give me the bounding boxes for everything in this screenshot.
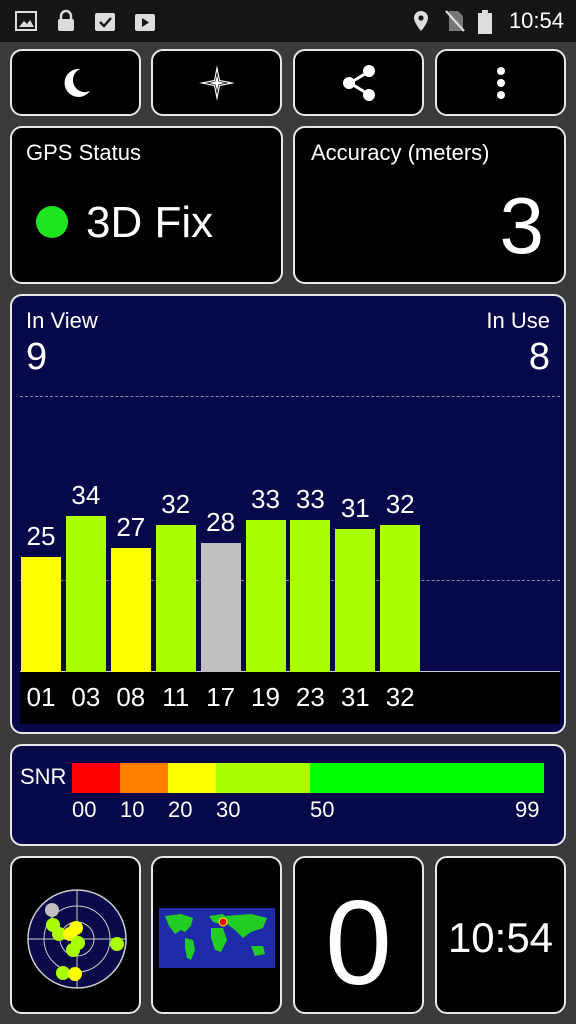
prn-label-row: 01 03 08 11 17 19 23 31 32: [20, 672, 560, 724]
accuracy-value: 3: [499, 181, 545, 270]
signal-bar-01: [21, 557, 61, 672]
snr-segment-30-50: [216, 763, 310, 793]
snr-tick-20: 20: [168, 797, 193, 822]
battery-icon: [478, 10, 492, 34]
signal-value-03: 34: [71, 480, 101, 510]
sky-plot-icon: [27, 889, 127, 989]
accuracy-tile[interactable]: Accuracy (meters) 3: [293, 126, 566, 284]
fix-indicator-dot: [36, 206, 68, 238]
signal-bar-19: [245, 520, 286, 672]
image-icon: [15, 11, 37, 31]
in-use-label: In Use: [486, 308, 550, 333]
share-button[interactable]: [293, 49, 424, 116]
snr-bar-chart: 25 34 27 32 28 33 33 31 32: [20, 396, 560, 672]
gps-fix-value: 3D Fix: [86, 198, 214, 247]
in-view-label: In View: [26, 308, 98, 333]
prn-label-32: 32: [385, 682, 415, 712]
gps-status-label: GPS Status: [26, 140, 141, 165]
snr-segment-20-30: [168, 763, 216, 793]
snr-segment-10-20: [120, 763, 168, 793]
snr-segment-50-99: [310, 763, 544, 793]
snr-tick-10: 10: [120, 797, 145, 822]
snr-legend-tile: SNR 00 10 20 30 50 99: [10, 744, 566, 846]
snr-color-scale: 00 10 20 30 50 99: [72, 763, 544, 827]
more-vert-icon: [496, 66, 505, 99]
share-icon: [342, 64, 375, 101]
signal-bar-03: [65, 516, 106, 672]
compass-button[interactable]: [151, 49, 282, 116]
signal-bar-23: [290, 520, 331, 672]
count-value: 0: [325, 876, 392, 1010]
gps-status-tile[interactable]: GPS Status 3D Fix: [10, 126, 283, 284]
clipboard-check-icon: [95, 13, 115, 31]
clock-value: 10:54: [447, 914, 554, 961]
status-bar: 10:54: [0, 0, 576, 42]
play-store-icon: [135, 14, 155, 31]
count-tile[interactable]: 0: [293, 856, 424, 1014]
snr-label: SNR: [20, 764, 67, 789]
snr-tick-30: 30: [216, 797, 241, 822]
sky-view-tile[interactable]: [10, 856, 141, 1014]
signal-value-32: 32: [385, 489, 415, 519]
signal-bar-08: [110, 548, 151, 672]
signal-bar-32: [380, 525, 421, 672]
gridline: [20, 396, 560, 397]
satellite-signal-tile[interactable]: In View 9 In Use 8 25 34 27 32 28 33 33 31 32 01…: [10, 294, 566, 734]
world-map-icon: [159, 908, 275, 968]
location-pin-icon: [414, 11, 428, 31]
night-mode-button[interactable]: [10, 49, 141, 116]
no-sim-icon: [445, 10, 465, 32]
in-view-value: 9: [26, 336, 48, 378]
signal-bar-31: [335, 529, 376, 672]
signal-bar-17: [200, 543, 241, 672]
clock-tile[interactable]: 10:54: [435, 856, 566, 1014]
snr-segment-00-10: [72, 763, 120, 793]
more-options-button[interactable]: [435, 49, 566, 116]
snr-tick-00: 00: [72, 797, 97, 822]
in-use-value: 8: [528, 336, 550, 378]
accuracy-label: Accuracy (meters): [311, 140, 490, 165]
snr-tick-50: 50: [310, 797, 335, 822]
signal-bar-11: [155, 525, 196, 672]
lock-icon: [58, 9, 74, 31]
status-time: 10:54: [508, 8, 564, 33]
moon-icon: [64, 68, 90, 97]
snr-tick-99: 99: [515, 797, 540, 822]
signal-value-01: 25: [26, 521, 56, 551]
compass-star-icon: [198, 64, 235, 101]
world-map-tile[interactable]: [151, 856, 282, 1014]
